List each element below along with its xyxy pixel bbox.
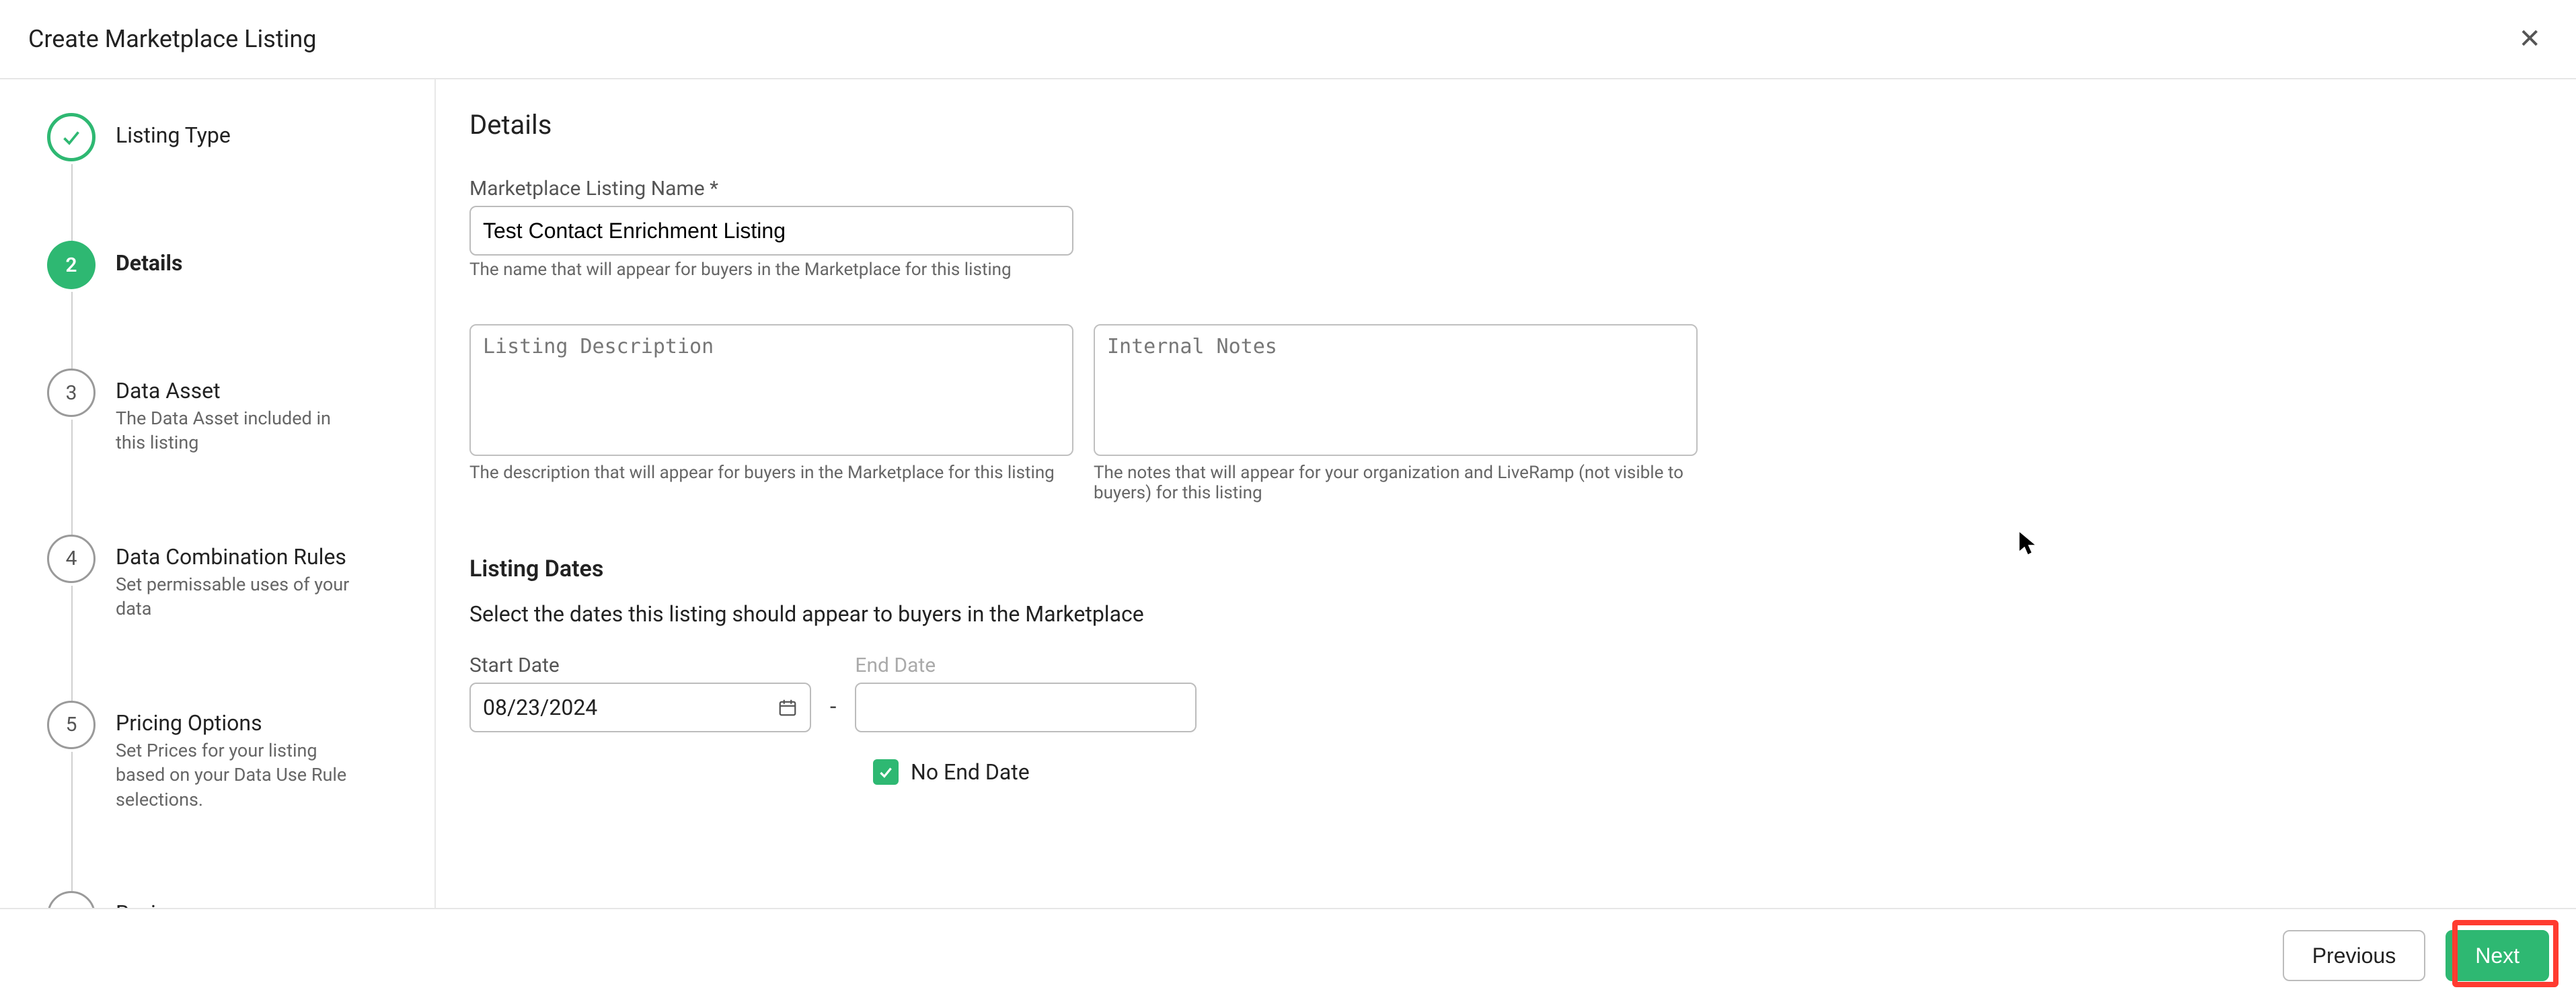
step-label: Pricing Options <box>116 710 358 736</box>
listing-dates-heading: Listing Dates <box>469 555 2218 582</box>
step-description: Set Prices for your listing based on you… <box>116 738 358 812</box>
end-date-input[interactable] <box>855 683 1197 732</box>
step-label: Review <box>116 900 184 908</box>
internal-notes-helper: The notes that will appear for your orga… <box>1094 463 1698 503</box>
step-number-icon: 4 <box>47 535 96 583</box>
calendar-icon <box>778 697 798 718</box>
listing-description-helper: The description that will appear for buy… <box>469 463 1073 483</box>
step-description: Set permissable uses of your data <box>116 572 358 621</box>
step-label: Listing Type <box>116 122 231 148</box>
listing-name-input[interactable] <box>469 206 1073 256</box>
end-date-label: End Date <box>855 654 1197 677</box>
no-end-date-label: No End Date <box>911 759 1030 785</box>
modal-title-bar: Create Marketplace Listing ✕ <box>0 0 2576 79</box>
step-number-icon: 6 <box>47 891 96 908</box>
listing-dates-subtext: Select the dates this listing should app… <box>469 601 2218 627</box>
no-end-date-checkbox[interactable] <box>873 759 899 785</box>
step-description: The Data Asset included in this listing <box>116 406 358 455</box>
listing-name-label: Marketplace Listing Name * <box>469 177 2218 200</box>
step-pricing-options[interactable]: 5 Pricing Options Set Prices for your li… <box>47 701 414 891</box>
step-details[interactable]: 2 Details <box>47 241 414 369</box>
step-number-icon: 3 <box>47 369 96 417</box>
wizard-footer: Previous Next <box>0 908 2576 1002</box>
date-range-separator: - <box>830 693 836 732</box>
check-icon <box>47 113 96 161</box>
start-date-input[interactable]: 08/23/2024 <box>469 683 811 732</box>
step-number-icon: 5 <box>47 701 96 749</box>
wizard-stepper: Listing Type 2 Details 3 Data Asset The … <box>0 79 436 908</box>
start-date-label: Start Date <box>469 654 811 677</box>
step-data-asset[interactable]: 3 Data Asset The Data Asset included in … <box>47 369 414 535</box>
previous-button[interactable]: Previous <box>2283 930 2426 981</box>
details-panel: Details Marketplace Listing Name * The n… <box>436 79 2252 908</box>
step-data-combination-rules[interactable]: 4 Data Combination Rules Set permissable… <box>47 535 414 701</box>
step-label: Data Asset <box>116 378 358 403</box>
step-label: Data Combination Rules <box>116 544 358 570</box>
step-review[interactable]: 6 Review <box>47 891 414 908</box>
next-button[interactable]: Next <box>2446 930 2549 981</box>
start-date-value: 08/23/2024 <box>483 695 597 720</box>
modal-title: Create Marketplace Listing <box>28 25 2511 53</box>
internal-notes-textarea[interactable] <box>1094 324 1698 456</box>
close-icon[interactable]: ✕ <box>2511 19 2548 59</box>
panel-heading: Details <box>469 109 2218 141</box>
listing-description-textarea[interactable] <box>469 324 1073 456</box>
create-listing-modal: Create Marketplace Listing ✕ Listing Typ… <box>0 0 2576 1002</box>
step-number-icon: 2 <box>47 241 96 289</box>
step-label: Details <box>116 250 182 276</box>
step-listing-type[interactable]: Listing Type <box>47 113 414 241</box>
listing-name-helper: The name that will appear for buyers in … <box>469 260 2218 280</box>
